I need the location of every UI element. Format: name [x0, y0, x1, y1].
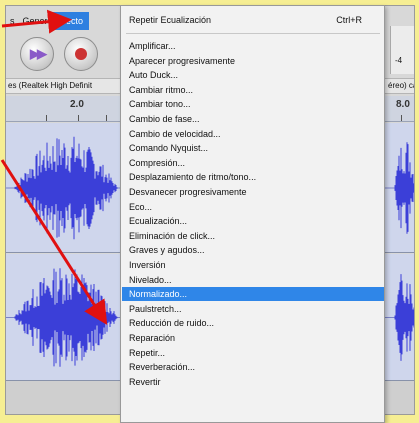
arrow-to-efecto-menu: [1, 9, 72, 34]
annotation-arrows: [0, 9, 108, 326]
arrow-to-normalizado: [0, 159, 108, 326]
